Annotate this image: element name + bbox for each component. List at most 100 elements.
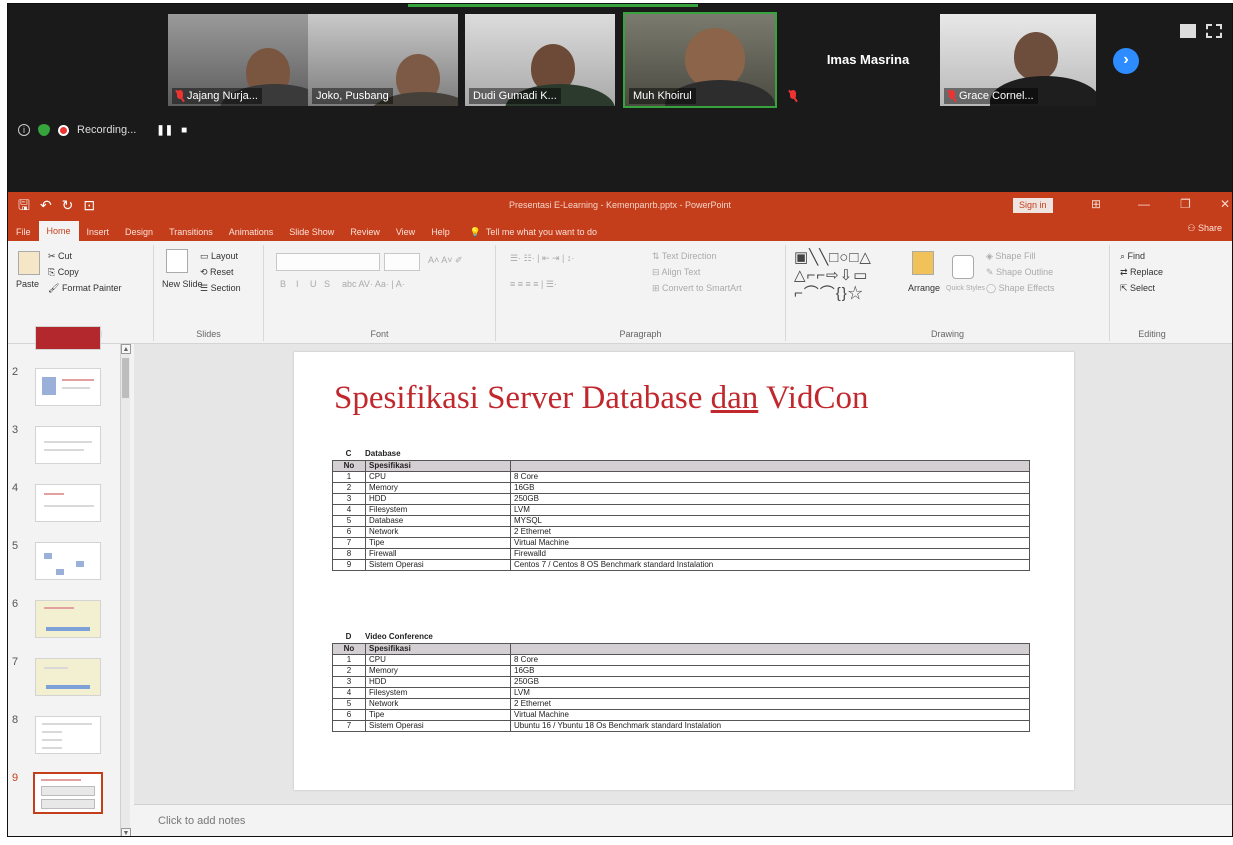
quick-styles-icon[interactable] <box>952 255 974 279</box>
next-page-button[interactable]: › <box>1113 48 1139 74</box>
share-button[interactable]: ⚇ Share <box>1187 223 1222 234</box>
minimize-icon[interactable]: — <box>1138 197 1150 211</box>
underline-button[interactable]: U <box>310 279 317 289</box>
tab-review[interactable]: Review <box>342 223 388 241</box>
scroll-up-icon[interactable]: ▲ <box>121 344 131 354</box>
font-name-combo[interactable] <box>276 253 380 271</box>
table-cell: Sistem Operasi <box>365 559 511 571</box>
table-cell: LVM <box>510 504 1030 516</box>
tab-animations[interactable]: Animations <box>221 223 282 241</box>
slide-thumbnail[interactable] <box>35 426 101 464</box>
tab-file[interactable]: File <box>8 223 39 241</box>
reset-button[interactable]: ⟲ Reset <box>200 267 234 278</box>
arrange-button[interactable]: Arrange <box>908 283 940 293</box>
tab-insert[interactable]: Insert <box>79 223 118 241</box>
slide-thumbnail[interactable] <box>35 326 101 350</box>
tab-design[interactable]: Design <box>117 223 161 241</box>
participant-tile[interactable]: Grace Cornel... <box>940 14 1096 106</box>
bold-button[interactable]: B <box>280 279 286 289</box>
table-cell: 2 Ethernet <box>510 526 1030 538</box>
table-cell: Tipe <box>365 709 511 721</box>
shape-effects-button[interactable]: ◯ Shape Effects <box>986 283 1054 294</box>
shapes-gallery[interactable]: ▣╲╲□○□△ △⌐⌐⇨⇩▭ ⌐⌒⌒{}☆ <box>794 249 906 307</box>
tab-help[interactable]: Help <box>423 223 458 241</box>
recording-dot-icon <box>58 124 69 136</box>
slide-thumbnail[interactable] <box>35 368 101 406</box>
slide-thumbnail-selected[interactable] <box>33 772 103 814</box>
table-row: 7 Tipe Virtual Machine <box>332 537 1030 549</box>
paste-icon[interactable] <box>18 251 40 275</box>
tab-transitions[interactable]: Transitions <box>161 223 221 241</box>
slide-title[interactable]: Spesifikasi Server Database dan VidCon <box>334 380 868 417</box>
participant-tile-active-speaker[interactable]: Muh Khoirul <box>623 12 777 108</box>
table-cell: 7 <box>332 537 366 549</box>
slide-thumbnail[interactable] <box>35 484 101 522</box>
spec-table-video-conference[interactable]: No Spesifikasi 1 CPU 8 Core 2 Memory 16GB 3 HDD 25… <box>332 643 1030 732</box>
table-cell: 9 <box>332 559 366 571</box>
paste-button[interactable]: Paste <box>16 279 39 289</box>
editing-group: ⌕ Find ⇄ Replace ⇱ Select Editing <box>1110 245 1194 341</box>
restore-icon[interactable]: ❐ <box>1180 197 1191 211</box>
shape-outline-button[interactable]: ✎ Shape Outline <box>986 267 1053 278</box>
slide-thumbnail[interactable] <box>35 658 101 696</box>
thumbnail-scrollbar[interactable]: ▲ ▼ <box>120 344 131 836</box>
table-cell <box>510 643 1030 655</box>
text-direction-button[interactable]: ⇅ Text Direction <box>652 251 716 262</box>
font-size-combo[interactable] <box>384 253 420 271</box>
stop-recording-button[interactable]: ■ <box>181 125 187 136</box>
fullscreen-icon[interactable] <box>1206 24 1222 38</box>
cut-button[interactable]: ✂ Cut <box>48 251 72 262</box>
table-cell: Spesifikasi <box>365 643 511 655</box>
align-text-button[interactable]: ⊟ Align Text <box>652 267 700 278</box>
tell-me-box[interactable]: 💡 Tell me what you want to do <box>458 223 597 241</box>
recording-label: Recording... <box>77 124 137 136</box>
shape-fill-button[interactable]: ◈ Shape Fill <box>986 251 1035 262</box>
strikethrough-button[interactable]: S <box>324 279 330 289</box>
close-icon[interactable]: ✕ <box>1220 197 1230 211</box>
tab-slide-show[interactable]: Slide Show <box>281 223 342 241</box>
quick-styles-button[interactable]: Quick Styles <box>946 285 985 292</box>
section-button[interactable]: ☰ Section <box>200 283 241 294</box>
table-row: 5 Database MYSQL <box>332 515 1030 527</box>
title-bar: 🖫 ↶ ↻ ⊡ Presentasi E-Learning - Kemenpan… <box>8 192 1232 219</box>
select-button[interactable]: ⇱ Select <box>1120 283 1155 294</box>
font-grow-shrink-icon[interactable]: A˄ A˅ ✐ <box>428 255 463 266</box>
bullets-icons[interactable]: ☰· ☷· | ⇤ ⇥ | ↕· <box>510 253 574 264</box>
replace-button[interactable]: ⇄ Replace <box>1120 267 1163 278</box>
participant-tile[interactable]: Dudi Gumadi K... <box>465 14 615 106</box>
scroll-thumb[interactable] <box>122 358 129 398</box>
security-shield-icon[interactable] <box>38 124 50 136</box>
tab-home[interactable]: Home <box>38 221 79 241</box>
arrange-icon[interactable] <box>912 251 934 275</box>
table-cell: No <box>332 643 366 655</box>
italic-button[interactable]: I <box>296 279 299 289</box>
ribbon-display-options-icon[interactable]: ⊞ <box>1091 197 1101 211</box>
pause-recording-button[interactable]: ❚❚ <box>156 125 173 136</box>
layout-button[interactable]: ▭ Layout <box>200 251 238 262</box>
participant-tile[interactable]: Joko, Pusbang <box>308 14 458 106</box>
speaker-view-icon[interactable] <box>1180 24 1196 38</box>
mic-muted-icon <box>948 90 956 102</box>
format-painter-button[interactable]: 🖌 Format Painter <box>48 283 121 294</box>
slide-thumbnail[interactable] <box>35 716 101 754</box>
info-icon[interactable]: i <box>18 124 30 136</box>
cursor-icon: ⇱ <box>1120 283 1131 293</box>
slide-thumbnail[interactable] <box>35 542 101 580</box>
new-slide-button[interactable]: New Slide <box>162 279 203 289</box>
spec-table-database[interactable]: No Spesifikasi 1 CPU 8 Core 2 Memory 16GB 3 HDD 25… <box>332 460 1030 571</box>
notes-pane[interactable]: Click to add notes <box>134 804 1232 836</box>
scroll-down-icon[interactable]: ▼ <box>121 828 131 836</box>
alignment-icons[interactable]: ≡ ≡ ≡ ≡ | ☰· <box>510 279 557 290</box>
copy-button[interactable]: ⎘ Copy <box>48 267 79 278</box>
slide-thumbnail[interactable] <box>35 600 101 638</box>
convert-smartart-button[interactable]: ⊞ Convert to SmartArt <box>652 283 742 294</box>
participant-tile[interactable]: Jajang Nurja... <box>168 14 318 106</box>
table-cell: 8 <box>332 548 366 560</box>
find-button[interactable]: ⌕ Find <box>1120 251 1145 262</box>
sign-in-button[interactable]: Sign in <box>1013 198 1053 213</box>
tab-view[interactable]: View <box>388 223 423 241</box>
participant-tile-no-video[interactable]: Imas Masrina <box>808 14 928 106</box>
new-slide-icon[interactable] <box>166 249 188 273</box>
font-color-icons[interactable]: abc AV· Aa· | A· <box>342 279 405 289</box>
current-slide[interactable]: Spesifikasi Server Database dan VidCon C… <box>294 352 1074 790</box>
